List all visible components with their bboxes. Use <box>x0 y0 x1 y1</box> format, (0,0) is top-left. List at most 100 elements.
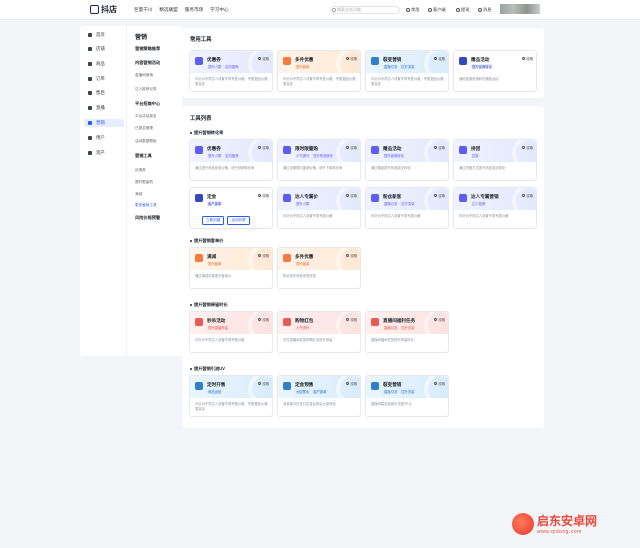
search-input[interactable]: 搜索全站功能 <box>330 6 400 14</box>
guide-link[interactable]: 攻略 <box>345 145 357 150</box>
subnav-item[interactable]: 满减 <box>135 192 142 197</box>
tool-card[interactable]: 多件优惠 提升客单 攻略 购买多件商品享受优惠 <box>277 247 361 289</box>
tool-card[interactable]: 限时限量购 人气提升 提升商品转化 攻略 通过设置限时促销价格，提升下单转化率 <box>277 139 361 181</box>
tool-card[interactable]: 直播间福利任务 直播引流 拉升流量 攻略 直播间福利任务提升停留时长 <box>365 311 449 353</box>
sidebar-item[interactable]: 订单 <box>84 75 124 83</box>
card-desc: 通过赠品提升商品成交转化 <box>371 166 411 170</box>
guide-label: 攻略 <box>526 146 533 150</box>
subnav-item[interactable]: 更多营销工具 <box>135 203 157 208</box>
guide-link[interactable]: 攻略 <box>433 56 445 61</box>
card-tags: 商品运营 <box>207 389 223 394</box>
top-nav-item[interactable]: 巨量千川 <box>134 7 152 13</box>
subnav-item[interactable]: 已报名管理 <box>135 126 153 131</box>
subnav-item[interactable]: 平台活动报名 <box>135 114 157 119</box>
tool-card[interactable]: 多件优惠 提升客单 攻略 可针对不同达人设置不同专属价格，专属推品价格更高效 <box>277 50 361 92</box>
tool-card[interactable]: 达人专属营销 达人营销 攻略 可针对不同达人设置不同专属价格 <box>453 187 537 229</box>
subnav-heading[interactable]: 营销工具 <box>135 153 152 159</box>
card-action-button[interactable]: 立即创建 <box>202 216 225 225</box>
subnav-heading[interactable]: 营销策略推荐 <box>135 46 160 52</box>
subnav-item[interactable]: 活动数据看板 <box>135 139 157 144</box>
sidebar-item[interactable]: 直播 <box>84 104 124 112</box>
sidebar-item[interactable]: 店铺 <box>84 45 124 53</box>
guide-link[interactable]: 攻略 <box>257 253 269 258</box>
guide-link[interactable]: 攻略 <box>521 145 533 150</box>
top-nav-item[interactable]: 精选联盟 <box>159 7 177 13</box>
guide-link[interactable]: 攻略 <box>433 381 445 386</box>
guide-link[interactable]: 攻略 <box>521 56 533 61</box>
card-tag: 提升客单 <box>207 261 223 266</box>
envelope-icon <box>283 318 291 326</box>
tool-card[interactable]: 赠品活动 提升促销转化 攻略 通用促销营销转化赠品活动 <box>453 50 537 92</box>
frequent-link[interactable]: 常用 <box>406 7 419 13</box>
tool-card[interactable]: 赠品活动 提升促销转化 攻略 通过赠品提升商品成交转化 <box>365 139 449 181</box>
card-tag: 直播引流 <box>383 325 399 330</box>
guide-link[interactable]: 攻略 <box>433 193 445 198</box>
guide-icon <box>257 193 262 198</box>
sidebar-item[interactable]: 首页 <box>84 31 124 39</box>
guide-icon <box>345 381 350 386</box>
logo[interactable]: 抖店 <box>90 4 117 15</box>
messages-link[interactable]: 消息 <box>478 7 491 13</box>
guide-icon <box>345 317 350 322</box>
subnav-item[interactable]: 限时限量购 <box>135 180 153 185</box>
tool-card[interactable]: 定时开售 商品运营 攻略 可针对不同达人设置不同专属价格，专属推品价格更高效 <box>189 375 273 417</box>
subnav-heading[interactable]: 平台招商中心 <box>135 101 160 107</box>
guide-link[interactable]: 攻略 <box>257 193 269 198</box>
guide-link[interactable]: 攻略 <box>433 145 445 150</box>
card-tag: 提升客单 <box>295 64 311 69</box>
subnav-heading[interactable]: 内容营销活动 <box>135 60 160 66</box>
top-nav-item[interactable]: 服务市场 <box>185 7 203 13</box>
sidebar-item[interactable]: 商品 <box>84 60 124 68</box>
guide-link[interactable]: 攻略 <box>345 56 357 61</box>
card-desc: 直播间福利任务提升停留时长 <box>371 338 414 342</box>
sidebar-item[interactable]: 售后 <box>84 89 124 97</box>
guide-link[interactable]: 攻略 <box>345 317 357 322</box>
tool-card[interactable]: 裂变营销 直播引流 拉升流量 攻略 可针对不同达人设置不同专属价格，专属推品价格更高效 <box>365 50 449 92</box>
common-tools-panel: 常用工具 优惠券 提升人群 定向推荐 攻略 可针对不同达人设置不同专属价格，专属推品价格… <box>182 28 544 98</box>
card-actions: 立即创建 活动列表 <box>202 216 250 225</box>
tool-card[interactable]: 裂变营销 直播引流 拉升流量 攻略 直播间裂变营销引流提升UV <box>365 375 449 417</box>
withdraw-link[interactable]: 提现 <box>456 7 469 13</box>
tool-card[interactable]: 粉丝新客 直播引流 拉升流量 攻略 可针对不同达人设置不同专属价格 <box>365 187 449 229</box>
card-tag: 定向推荐 <box>224 64 240 69</box>
tool-card[interactable]: 购物红包 人气提升 攻略 可在直播间发放购物红包提升停留 <box>277 311 361 353</box>
guide-link[interactable]: 攻略 <box>345 253 357 258</box>
card-action-button[interactable]: 活动列表 <box>227 216 250 225</box>
guide-link[interactable]: 攻略 <box>257 381 269 386</box>
tool-card[interactable]: 秒杀活动 提升直播停留 攻略 可针对不同达人设置不同专属价格 <box>189 311 273 353</box>
tool-card[interactable]: 拼团 拉新 攻略 通过拼团方式提升商品成交转化 <box>453 139 537 181</box>
top-nav-item[interactable]: 学习中心 <box>210 7 228 13</box>
tool-card[interactable]: 达人专属价 提升人群 攻略 可针对不同达人设置不同专属价格 <box>277 187 361 229</box>
tool-card[interactable]: 优惠券 提升人群 定向推荐 攻略 可针对不同达人设置不同专属价格，专属推品价格更高效 <box>189 50 273 92</box>
sidebar-item-label: 订单 <box>96 76 105 81</box>
guide-link[interactable]: 攻略 <box>257 56 269 61</box>
guide-link[interactable]: 攻略 <box>257 145 269 150</box>
gift-icon <box>459 57 467 65</box>
subnav-item[interactable]: 达人推荐记录 <box>135 87 157 92</box>
guide-link[interactable]: 攻略 <box>345 193 357 198</box>
sidebar-item[interactable]: 用户 <box>84 134 124 142</box>
guide-icon <box>257 381 262 386</box>
card-tags: 直播引流 拉升流量 <box>383 201 416 206</box>
avatar[interactable] <box>500 4 540 14</box>
tool-card[interactable]: 定金预售 大促蓄水 客户锁单 攻略 消费者可在支付定金后购买大促商品 <box>277 375 361 417</box>
subnav-item[interactable]: 优惠券 <box>135 168 146 173</box>
subnav-heading[interactable]: 风险价格预警 <box>135 215 160 221</box>
card-tags: 提升客单 <box>295 261 311 266</box>
sidebar-item[interactable]: 营销 <box>84 119 124 127</box>
tool-card[interactable]: 定金 客户锁单 攻略 立即创建 活动列表 <box>189 187 273 229</box>
tool-card[interactable]: 满减 提升客单 攻略 通过满减设置提升客单价 <box>189 247 273 289</box>
guide-link[interactable]: 攻略 <box>345 381 357 386</box>
client-link[interactable]: 客户端 <box>428 7 446 13</box>
flag-icon <box>459 194 467 202</box>
guide-link[interactable]: 攻略 <box>521 193 533 198</box>
tool-card[interactable]: 优惠券 提升人群 定向推荐 攻略 通过提升商品优惠价格，提升营销转化率 <box>189 139 273 181</box>
card-name: 多件优惠 <box>295 57 314 62</box>
sidebar-item[interactable]: 资产 <box>84 149 124 157</box>
subnav-item[interactable]: 直播间营销 <box>135 73 153 78</box>
guide-link[interactable]: 攻略 <box>433 317 445 322</box>
card-tags: 提升直播停留 <box>207 325 229 330</box>
guide-link[interactable]: 攻略 <box>257 317 269 322</box>
watermark-logo-icon <box>512 512 534 535</box>
card-name: 赠品活动 <box>471 57 490 62</box>
